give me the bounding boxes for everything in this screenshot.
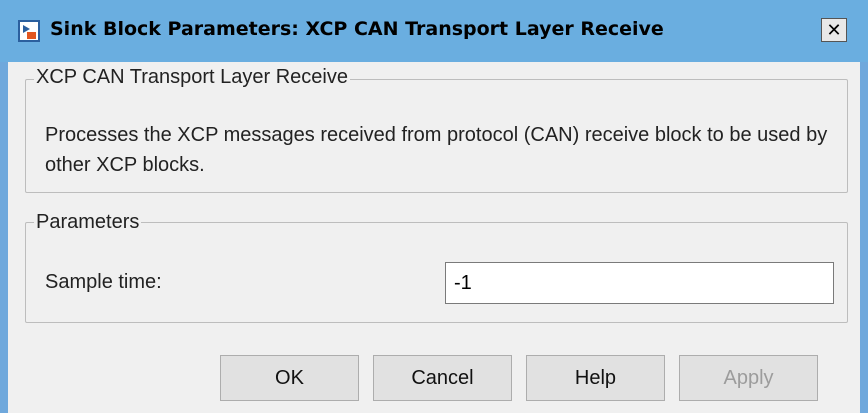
title-bar[interactable]: Sink Block Parameters: XCP CAN Transport… (0, 0, 868, 62)
block-description: Processes the XCP messages received from… (45, 124, 828, 176)
dialog-body: XCP CAN Transport Layer Receive Processe… (8, 62, 860, 413)
sample-time-label: Sample time: (45, 271, 162, 293)
window-title: Sink Block Parameters: XCP CAN Transport… (50, 18, 664, 40)
sample-time-input[interactable] (445, 262, 834, 304)
close-button[interactable]: ✕ (821, 18, 847, 42)
help-button[interactable]: Help (526, 355, 665, 401)
cancel-button[interactable]: Cancel (373, 355, 512, 401)
simulink-block-icon (18, 20, 40, 42)
dialog-window: Sink Block Parameters: XCP CAN Transport… (0, 0, 868, 413)
description-group-legend: XCP CAN Transport Layer Receive (34, 66, 350, 89)
parameters-group-legend: Parameters (34, 211, 142, 234)
close-icon: ✕ (826, 19, 842, 41)
ok-button[interactable]: OK (220, 355, 359, 401)
apply-button[interactable]: Apply (679, 355, 818, 401)
